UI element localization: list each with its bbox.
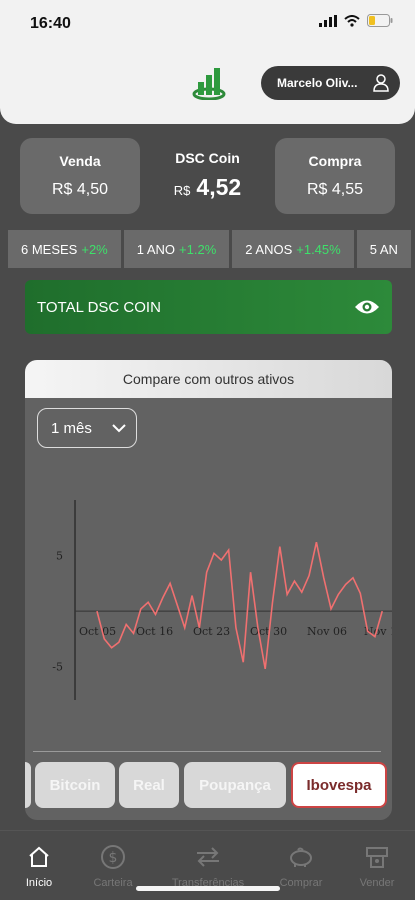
nav-label: Início — [25, 877, 53, 889]
asset-label: Ibovespa — [306, 776, 372, 794]
period-5-years[interactable]: 5 AN — [356, 230, 411, 268]
wallet-icon: $ — [101, 845, 125, 869]
y-tick-label: -5 — [52, 661, 63, 674]
coin-value: 4,52 — [196, 174, 242, 200]
wifi-icon — [344, 14, 360, 27]
nav-transfers[interactable]: Transferências — [166, 843, 250, 889]
nav-home[interactable]: Início — [4, 843, 74, 889]
period-pct: +1.45% — [296, 241, 341, 257]
asset-ibovespa[interactable]: Ibovespa — [291, 762, 387, 808]
nav-sell[interactable]: Vender — [342, 843, 412, 889]
period-6-months[interactable]: 6 MESES +2% — [8, 230, 121, 268]
period-label: 2 ANOS — [245, 241, 293, 257]
buy-price-card: Compra R$ 4,55 — [275, 138, 395, 214]
period-pct: +1.2% — [179, 241, 217, 257]
coin-price: DSC Coin R$ 4,52 — [150, 150, 265, 201]
status-icons — [319, 14, 393, 27]
divider — [33, 751, 381, 752]
asset-label: Bitcoin — [49, 776, 101, 794]
buy-value: R$ 4,55 — [306, 181, 364, 198]
user-menu-button[interactable]: Marcelo Oliv... — [261, 66, 400, 100]
home-indicator — [136, 886, 280, 891]
app-header: Marcelo Oliv... — [0, 48, 415, 124]
period-label: 6 MESES — [21, 241, 78, 257]
home-icon — [29, 846, 49, 867]
signal-icon — [319, 14, 337, 27]
nav-wallet[interactable]: $ Carteira — [78, 843, 148, 889]
user-name: Marcelo Oliv... — [277, 76, 358, 90]
compare-card: Compare com outros ativos 1 mês 5 -5 Oct 0… — [25, 360, 392, 820]
compare-title: Compare com outros ativos — [25, 360, 392, 398]
nav-label: Vender — [359, 877, 395, 889]
logo-icon — [192, 68, 226, 100]
period-label: 1 ANO — [136, 241, 176, 257]
status-bar: 16:40 — [0, 0, 415, 48]
svg-text:$: $ — [109, 850, 118, 866]
x-tick-label: Oct 05 — [79, 625, 116, 638]
period-label: 5 AN — [369, 241, 398, 257]
battery-icon — [367, 14, 393, 27]
coin-currency: R$ — [173, 183, 191, 198]
period-tabs: 6 MESES +2% 1 ANO +1.2% 2 ANOS +1.45% 5 … — [8, 230, 415, 268]
asset-real[interactable]: Real — [119, 762, 179, 808]
transfer-icon — [197, 847, 219, 867]
y-tick-label: 5 — [56, 550, 63, 563]
eye-icon[interactable] — [354, 298, 380, 316]
piggy-bank-icon — [290, 847, 312, 867]
nav-buy[interactable]: Comprar — [266, 843, 336, 889]
asset-label: Poupança — [199, 776, 271, 794]
total-label: TOTAL DSC COIN — [37, 298, 161, 316]
x-tick-label: Oct 16 — [136, 625, 173, 638]
coin-label: DSC Coin — [175, 150, 240, 166]
chevron-down-icon — [112, 423, 126, 432]
buy-label: Compra — [308, 153, 362, 169]
period-pct: +2% — [81, 241, 108, 257]
asset-bitcoin[interactable]: Bitcoin — [35, 762, 115, 808]
user-icon — [373, 74, 389, 92]
sell-value: R$ 4,50 — [51, 181, 109, 198]
series-line — [96, 542, 384, 670]
period-1-year[interactable]: 1 ANO +1.2% — [123, 230, 230, 268]
x-tick-label: Nov 06 — [307, 625, 347, 638]
cash-icon — [366, 847, 388, 868]
status-time: 16:40 — [30, 15, 71, 32]
asset-label: Real — [133, 776, 165, 794]
total-dsc-coin-bar: TOTAL DSC COIN — [25, 280, 392, 334]
comparison-chart: 5-5Oct 05Oct 16Oct 23Oct 30Nov 06Nov 13 — [52, 500, 392, 700]
period-2-years[interactable]: 2 ANOS +1.45% — [232, 230, 354, 268]
sell-label: Venda — [59, 153, 101, 169]
range-value: 1 mês — [51, 419, 92, 437]
range-select[interactable]: 1 mês — [37, 408, 137, 448]
sell-price-card: Venda R$ 4,50 — [20, 138, 140, 214]
asset-selector: Bitcoin Real Poupança Ibovespa — [25, 762, 392, 810]
asset-poupanca[interactable]: Poupança — [184, 762, 286, 808]
asset-partial — [25, 762, 31, 808]
